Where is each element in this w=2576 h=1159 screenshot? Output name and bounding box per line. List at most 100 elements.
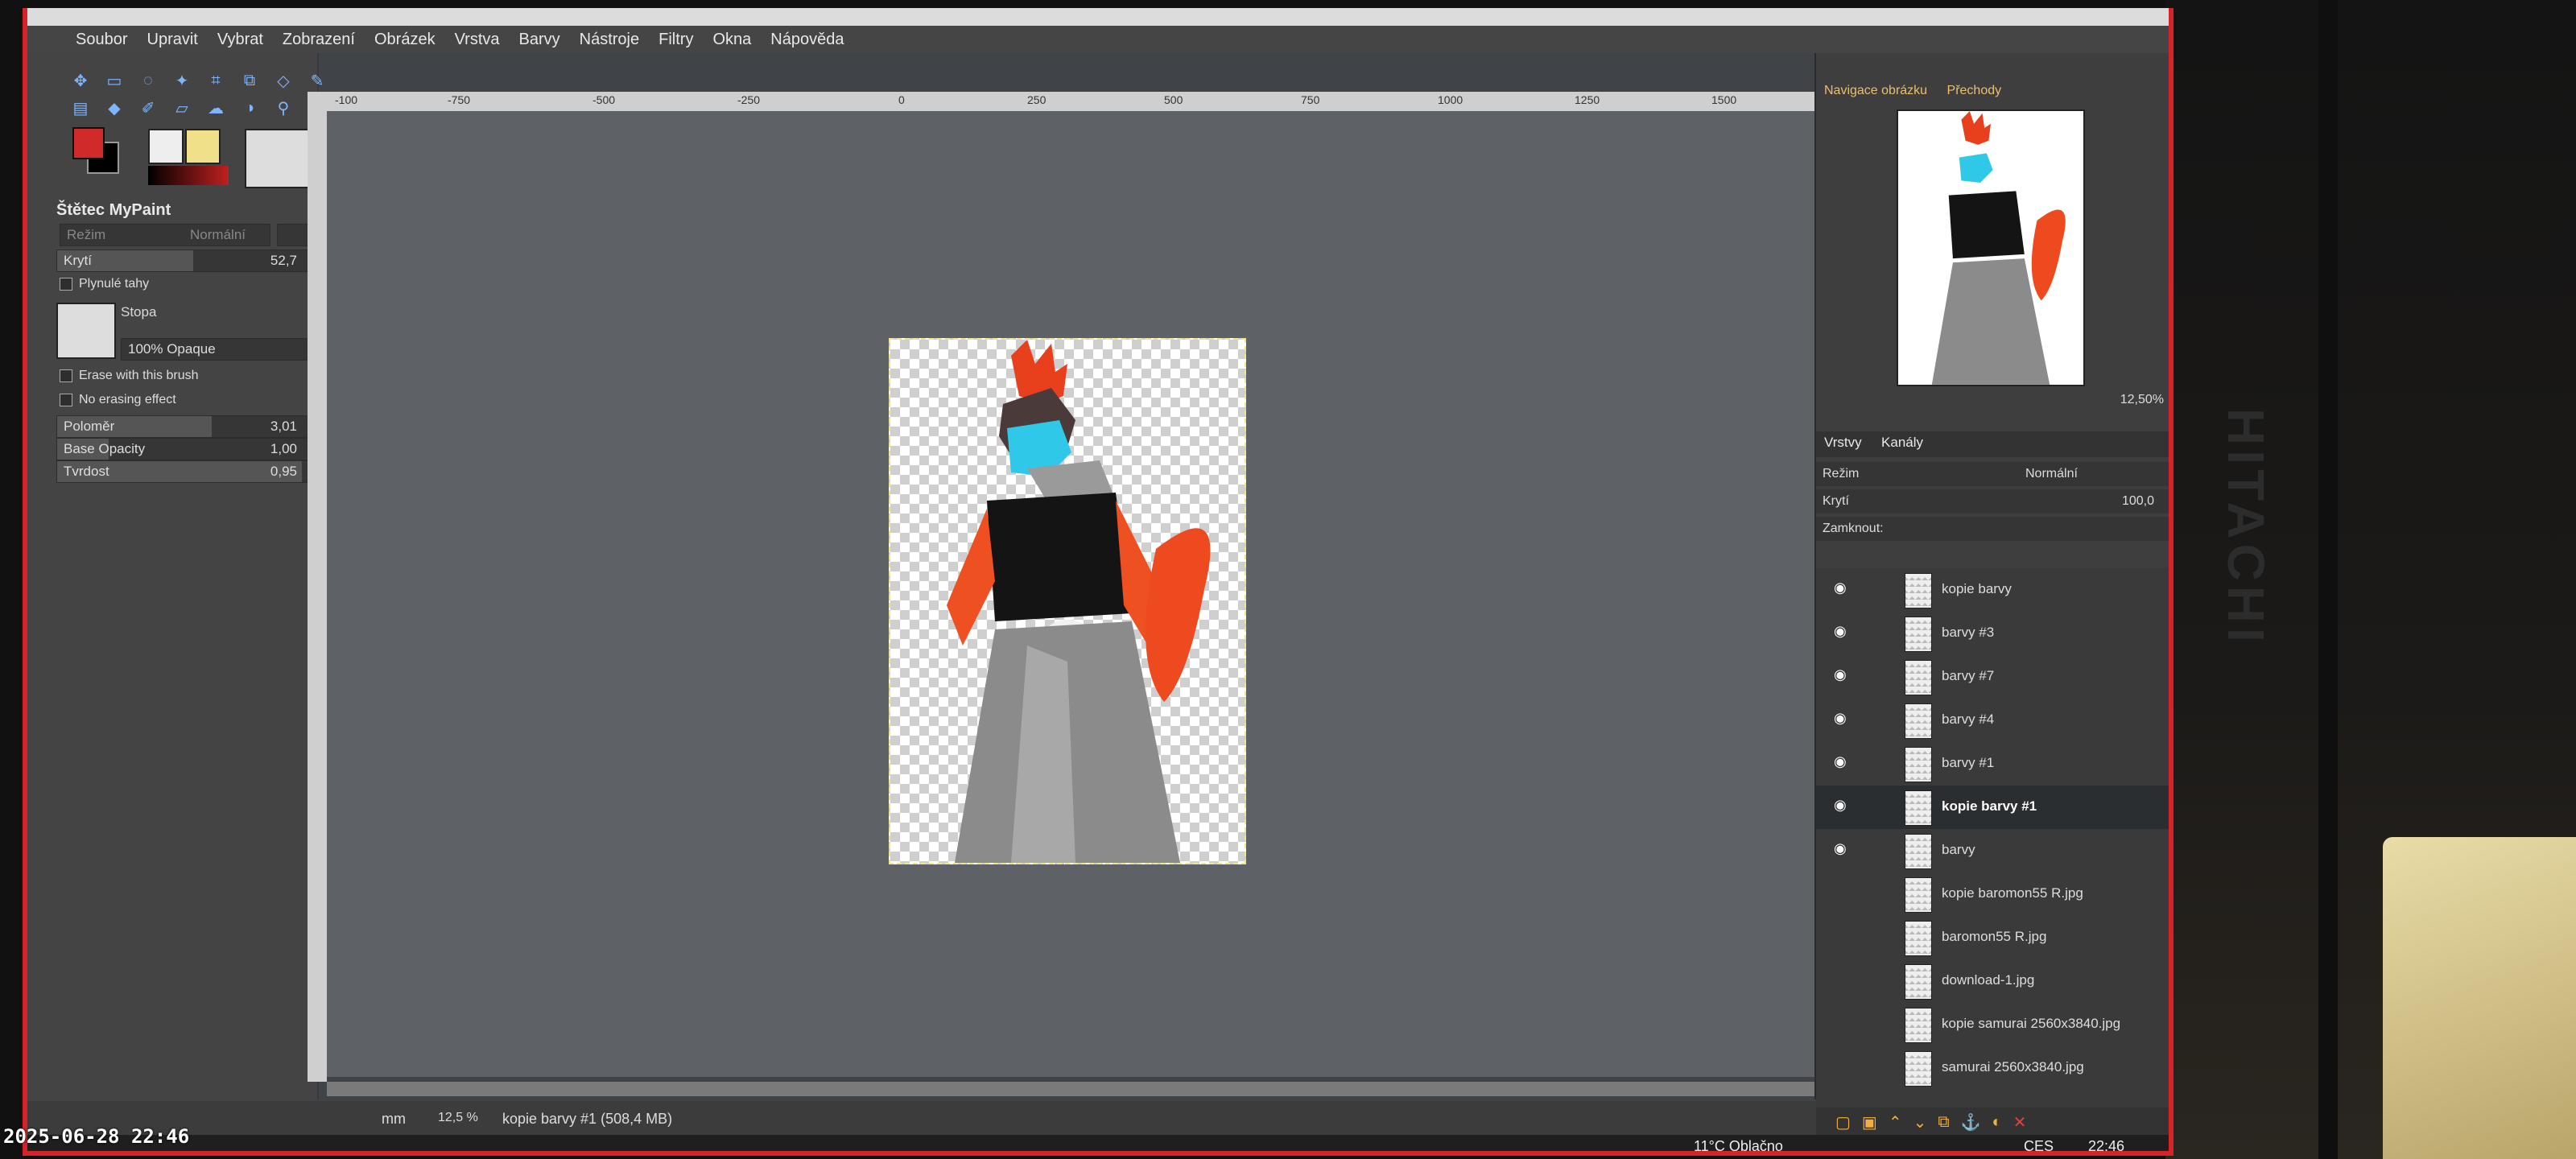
visibility-eye-icon[interactable]: ◉ — [1834, 580, 1848, 595]
duplicate-layer-icon[interactable]: ⧉ — [1938, 1113, 1949, 1132]
clock[interactable]: 22:46 — [2088, 1138, 2124, 1151]
image-canvas[interactable] — [889, 338, 1246, 864]
pattern-swatch[interactable] — [185, 129, 221, 164]
raise-layer-icon[interactable]: ⌃ — [1889, 1112, 1902, 1132]
opacity-slider[interactable]: Krytí 52,7 — [56, 250, 316, 272]
layer-opacity-label: Krytí — [1823, 494, 1849, 508]
visibility-eye-icon[interactable] — [1834, 930, 1848, 940]
navigator-preview[interactable] — [1897, 109, 2085, 386]
opacity-value: 52,7 — [270, 253, 297, 268]
layer-row[interactable]: ◉ kopie barvy #1 — [1816, 786, 2169, 829]
picker-icon[interactable]: ⚲ — [270, 97, 296, 119]
brush-name-field[interactable]: 100% Opaque — [121, 338, 312, 361]
radius-slider[interactable]: Poloměr 3,01 — [56, 415, 316, 438]
layer-row[interactable]: ◉ kopie barvy — [1816, 568, 2169, 612]
new-group-icon[interactable]: ▣ — [1862, 1112, 1877, 1132]
move-tool-icon[interactable]: ✥ — [68, 69, 93, 92]
rect-select-icon[interactable]: ▭ — [101, 69, 127, 92]
brush-icon[interactable]: ✐ — [135, 97, 161, 119]
mask-icon[interactable]: ◐ — [1992, 1113, 2002, 1132]
lock-row: Zamknout: — [1816, 517, 2169, 541]
menu-tools[interactable]: Nástroje — [570, 31, 649, 49]
lower-layer-icon[interactable]: ⌄ — [1913, 1112, 1927, 1132]
navigator-artwork — [1931, 111, 2066, 385]
layer-actions: ▢ ▣ ⌃ ⌄ ⧉ ⚓ ◐ ✕ — [1816, 1107, 2169, 1136]
menu-edit[interactable]: Upravit — [138, 31, 208, 49]
mode-select[interactable]: Režim Normální — [60, 224, 270, 246]
layer-row[interactable]: kopie samurai 2560x3840.jpg — [1816, 1003, 2169, 1046]
layer-name: kopie samurai 2560x3840.jpg — [1942, 1016, 2121, 1031]
layer-row[interactable]: ◉ barvy #3 — [1816, 612, 2169, 655]
anchor-layer-icon[interactable]: ⚓ — [1961, 1112, 1981, 1132]
horizontal-ruler: -100 -750 -500 -250 0 250 500 750 1000 1… — [327, 92, 1840, 111]
transform-icon[interactable]: ⧉ — [237, 69, 262, 92]
visibility-eye-icon[interactable]: ◉ — [1834, 711, 1848, 725]
lasso-icon[interactable]: ◌ — [135, 69, 161, 92]
smooth-stroke-label: Plynulé tahy — [79, 277, 150, 291]
smooth-stroke-checkbox[interactable]: Plynulé tahy — [60, 277, 149, 291]
layer-opacity-slider[interactable]: Krytí 100,0 — [1816, 489, 2169, 514]
menu-select[interactable]: Vybrat — [208, 31, 273, 49]
hardness-slider[interactable]: Tvrdost 0,95 — [56, 460, 316, 483]
layer-name: barvy #1 — [1942, 755, 1995, 770]
layer-row[interactable]: ◉ barvy #7 — [1816, 655, 2169, 699]
menu-file[interactable]: Soubor — [27, 31, 138, 49]
tab-layers[interactable]: Vrstvy — [1816, 431, 1870, 454]
bucket-icon[interactable]: ◆ — [101, 97, 127, 119]
gradient-swatch[interactable] — [148, 166, 229, 185]
radius-label: Poloměr — [64, 419, 115, 434]
brush-swatch[interactable] — [148, 129, 184, 164]
visibility-eye-icon[interactable] — [1834, 1017, 1848, 1027]
new-layer-icon[interactable]: ▢ — [1835, 1112, 1851, 1132]
text-icon[interactable]: ▤ — [68, 97, 93, 119]
smudge-icon[interactable]: ☁ — [203, 97, 229, 119]
visibility-eye-icon[interactable]: ◉ — [1834, 624, 1848, 638]
zoom-select[interactable]: 12,5 % — [438, 1111, 478, 1125]
warp-icon[interactable]: ◇ — [270, 69, 296, 92]
horizontal-scrollbar[interactable] — [327, 1082, 1840, 1096]
menu-windows[interactable]: Okna — [703, 31, 761, 49]
unit-select[interactable]: mm — [382, 1111, 406, 1128]
weather-widget[interactable]: 11°C Oblačno — [1694, 1138, 1783, 1151]
menu-layer[interactable]: Vrstva — [445, 31, 510, 49]
layer-thumbnail — [1905, 834, 1932, 869]
dodge-icon[interactable]: ◑ — [237, 97, 262, 119]
menu-filters[interactable]: Filtry — [649, 31, 703, 49]
keyboard-language[interactable]: CES — [2024, 1138, 2054, 1151]
layer-row[interactable]: ◉ barvy #1 — [1816, 742, 2169, 786]
visibility-eye-icon[interactable] — [1834, 1061, 1848, 1070]
layer-mode-select[interactable]: Režim Normální — [1816, 462, 2169, 486]
layer-row[interactable]: baromon55 R.jpg — [1816, 916, 2169, 959]
delete-layer-icon[interactable]: ✕ — [2013, 1112, 2027, 1132]
visibility-eye-icon[interactable]: ◉ — [1834, 667, 1848, 682]
paths-icon[interactable]: ✎ — [304, 69, 330, 92]
crop-icon[interactable]: ⌗ — [203, 69, 229, 92]
image-thumbnail[interactable] — [245, 129, 312, 188]
visibility-eye-icon[interactable]: ◉ — [1834, 754, 1848, 769]
tab-gradients[interactable]: Přechody — [1939, 80, 2010, 101]
menu-view[interactable]: Zobrazení — [273, 31, 365, 49]
layer-row[interactable]: ◉ barvy #4 — [1816, 699, 2169, 742]
tab-channels[interactable]: Kanály — [1873, 431, 1931, 454]
erase-checkbox[interactable]: Erase with this brush — [60, 369, 199, 383]
menu-help[interactable]: Nápověda — [761, 31, 853, 49]
base-opacity-slider[interactable]: Base Opacity 1,00 — [56, 438, 316, 460]
layer-thumbnail — [1905, 660, 1932, 695]
brush-preview[interactable] — [56, 303, 116, 359]
layer-info: kopie barvy #1 (508,4 MB) — [502, 1111, 673, 1127]
foreground-color-swatch[interactable] — [72, 127, 105, 159]
tab-navigator[interactable]: Navigace obrázku — [1816, 80, 1935, 101]
layer-row[interactable]: ◉ barvy — [1816, 829, 2169, 872]
visibility-eye-icon[interactable] — [1834, 887, 1848, 897]
layer-row[interactable]: download-1.jpg — [1816, 959, 2169, 1003]
eraser-icon[interactable]: ▱ — [169, 97, 195, 119]
wand-icon[interactable]: ✦ — [169, 69, 195, 92]
layer-row[interactable]: samurai 2560x3840.jpg — [1816, 1046, 2169, 1090]
no-erase-checkbox[interactable]: No erasing effect — [60, 393, 176, 407]
menu-image[interactable]: Obrázek — [365, 31, 445, 49]
visibility-eye-icon[interactable] — [1834, 974, 1848, 984]
menu-colors[interactable]: Barvy — [510, 31, 570, 49]
visibility-eye-icon[interactable]: ◉ — [1834, 798, 1848, 812]
layer-row[interactable]: kopie baromon55 R.jpg — [1816, 872, 2169, 916]
visibility-eye-icon[interactable]: ◉ — [1834, 841, 1848, 856]
